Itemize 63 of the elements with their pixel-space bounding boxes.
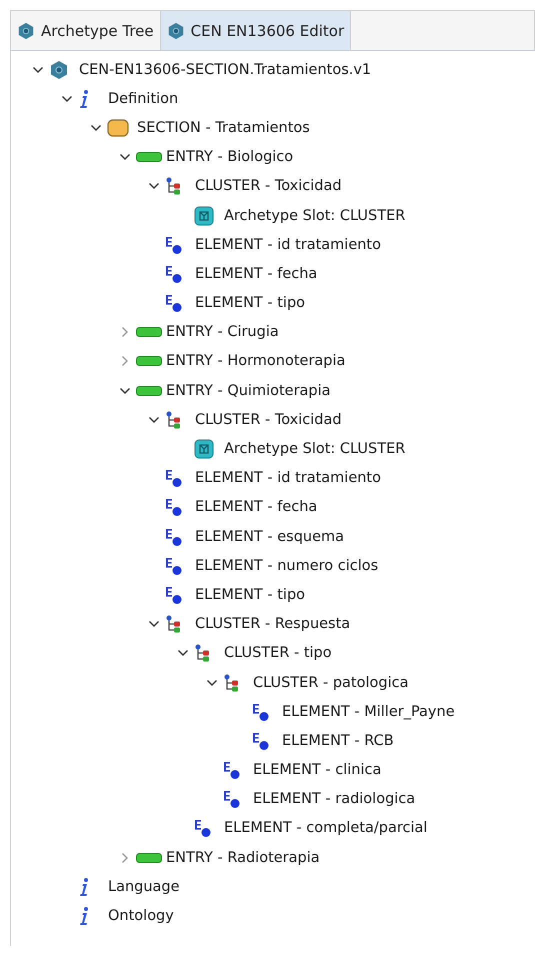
element-icon: [223, 789, 241, 810]
tree-item-label[interactable]: ELEMENT - completa/parcial: [220, 820, 428, 836]
hexagon-icon: [49, 60, 69, 80]
element-icon: [165, 293, 183, 314]
info-icon: [78, 906, 90, 926]
tree-item-label[interactable]: ELEMENT - clinica: [249, 762, 382, 778]
tree-item-label[interactable]: Archetype Slot: CLUSTER: [220, 441, 406, 458]
tree-item-label[interactable]: CLUSTER - Toxicidad: [191, 412, 342, 428]
tree-item-label[interactable]: ENTRY - Hormonoterapia: [162, 353, 346, 370]
tree-item-label[interactable]: ELEMENT - id tratamiento: [191, 236, 381, 253]
tree-item-label[interactable]: Archetype Slot: CLUSTER: [220, 208, 406, 224]
tree-item-label[interactable]: ELEMENT - tipo: [191, 586, 306, 603]
tree-item-label[interactable]: ELEMENT - tipo: [191, 295, 306, 312]
element-icon: [194, 818, 212, 838]
tree-item-label[interactable]: ELEMENT - fecha: [191, 499, 318, 516]
tree-item-label[interactable]: CEN-EN13606-SECTION.Tratamientos.v1: [75, 62, 372, 78]
element-icon: [252, 730, 270, 751]
tree-item-label[interactable]: ELEMENT - id tratamiento: [191, 470, 381, 486]
tree-structure-icon: [194, 644, 210, 662]
bar-icon: [136, 152, 162, 162]
bar-icon: [136, 852, 162, 863]
tree-item-label[interactable]: SECTION - Tratamientos: [133, 120, 310, 136]
tree-item-label[interactable]: CLUSTER - Respuesta: [191, 616, 350, 632]
tree-structure-icon: [165, 410, 181, 429]
element-icon: [165, 234, 183, 255]
rounded-square-icon: [107, 118, 129, 138]
tree-item-label[interactable]: ELEMENT - esquema: [191, 528, 344, 545]
tree-item-label[interactable]: ELEMENT - Miller_Payne: [278, 704, 455, 720]
cube-icon: [194, 439, 214, 460]
hexagon-icon: [166, 22, 185, 40]
tree-item-label[interactable]: ELEMENT - radiologica: [249, 791, 416, 808]
element-icon: [165, 497, 183, 518]
element-icon: [252, 702, 270, 722]
tree-item-label[interactable]: Language: [104, 878, 180, 895]
bar-icon: [136, 386, 162, 396]
element-icon: [223, 760, 241, 780]
tree-item-label[interactable]: Definition: [104, 90, 178, 107]
tree-item-label[interactable]: CLUSTER - tipo: [220, 645, 332, 662]
tree-item-label[interactable]: Ontology: [104, 908, 174, 924]
tree-item-label[interactable]: ENTRY - Cirugia: [162, 324, 279, 340]
tab[interactable]: CEN EN13606 Editor: [160, 11, 352, 50]
tree-item-label[interactable]: ENTRY - Quimioterapia: [162, 382, 331, 399]
element-icon: [165, 556, 183, 576]
tree-structure-icon: [223, 674, 239, 692]
tree-item-label[interactable]: CLUSTER - Toxicidad: [191, 178, 342, 194]
tree-item-label[interactable]: ELEMENT - RCB: [278, 732, 394, 749]
tree-structure-icon: [165, 615, 181, 634]
info-icon: [78, 88, 90, 109]
tree-item-label[interactable]: ENTRY - Biologico: [162, 149, 294, 166]
element-icon: [165, 584, 183, 605]
tree-structure-icon: [165, 177, 181, 196]
tree-item-label[interactable]: ELEMENT - numero ciclos: [191, 558, 378, 574]
info-icon: [78, 876, 90, 897]
tree-item-label[interactable]: ENTRY - Radioterapia: [162, 850, 320, 866]
bar-icon: [136, 327, 162, 338]
cube-icon: [194, 206, 214, 226]
element-icon: [165, 468, 183, 488]
element-icon: [165, 526, 183, 547]
element-icon: [165, 264, 183, 284]
tree-item-label[interactable]: CLUSTER - patologica: [249, 674, 408, 691]
tree-item-label[interactable]: ELEMENT - fecha: [191, 266, 318, 282]
hexagon-icon: [17, 22, 35, 40]
bar-icon: [136, 356, 162, 366]
